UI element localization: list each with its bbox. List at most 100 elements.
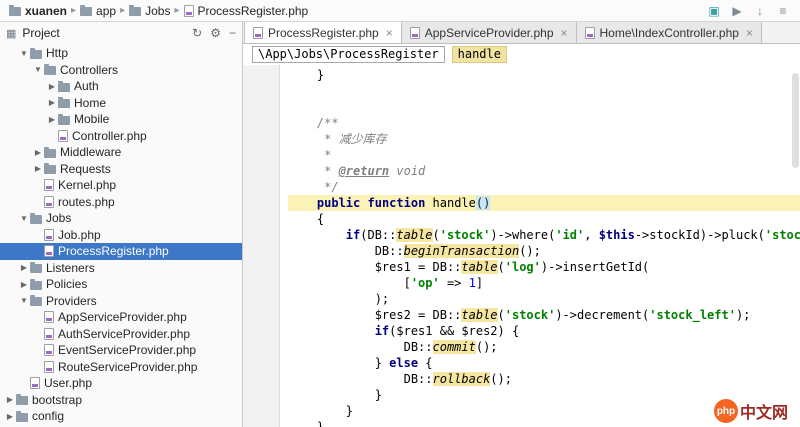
tree-item[interactable]: AuthServiceProvider.php bbox=[0, 326, 242, 343]
tree-item[interactable]: AppServiceProvider.php bbox=[0, 309, 242, 326]
chevron-right-icon[interactable]: ▶ bbox=[18, 263, 30, 272]
breadcrumb-item[interactable]: ProcessRegister.php bbox=[181, 3, 312, 19]
ide-window: xuanen▸app▸Jobs▸ProcessRegister.php ▣▶↓≡… bbox=[0, 0, 800, 427]
project-panel-title: Project bbox=[22, 26, 59, 40]
folder-icon bbox=[80, 7, 92, 16]
folder-icon bbox=[44, 165, 56, 174]
tree-item-label: Middleware bbox=[60, 145, 121, 159]
code-line: */ bbox=[288, 179, 800, 195]
watermark-text: 中文网 bbox=[740, 399, 788, 423]
breadcrumb-separator-icon: ▸ bbox=[174, 5, 179, 16]
php-file-icon bbox=[253, 27, 263, 39]
tree-item[interactable]: ▶ Middleware bbox=[0, 144, 242, 161]
chevron-right-icon[interactable]: ▶ bbox=[4, 395, 16, 404]
tree-item[interactable]: EventServiceProvider.php bbox=[0, 342, 242, 359]
scrollbar-thumb[interactable] bbox=[792, 73, 799, 168]
tree-item[interactable]: ▶Home bbox=[0, 95, 242, 112]
refresh-icon[interactable]: ↻ bbox=[192, 26, 202, 40]
php-logo-icon: php bbox=[714, 399, 738, 423]
code-line: } bbox=[288, 67, 800, 83]
tree-item[interactable]: ▼ Providers bbox=[0, 293, 242, 310]
breadcrumb-member[interactable]: handle bbox=[452, 46, 507, 63]
tree-item[interactable]: ▶ Mobile bbox=[0, 111, 242, 128]
tree-item[interactable]: ▼Controllers bbox=[0, 62, 242, 79]
tree-item-label: ProcessRegister.php bbox=[58, 244, 169, 258]
tree-item[interactable]: RouteServiceProvider.php bbox=[0, 359, 242, 376]
close-tab-icon[interactable]: × bbox=[561, 26, 568, 40]
tree-item-label: Job.php bbox=[58, 228, 101, 242]
hide-panel-icon[interactable]: − bbox=[229, 26, 236, 40]
run-icon[interactable]: ▶ bbox=[730, 4, 744, 18]
php-file-icon bbox=[30, 377, 40, 389]
tree-item-label: Mobile bbox=[74, 112, 109, 126]
settings-icon[interactable]: ⚙ bbox=[210, 26, 221, 40]
editor-tab[interactable]: Home\IndexController.php × bbox=[577, 22, 762, 43]
tree-item-label: AppServiceProvider.php bbox=[58, 310, 187, 324]
chevron-right-icon[interactable]: ▶ bbox=[32, 164, 44, 173]
chevron-down-icon[interactable]: ▼ bbox=[18, 49, 30, 58]
code-line: * 减少库存 bbox=[288, 131, 800, 147]
code-line: DB::rollback(); bbox=[288, 371, 800, 387]
code-line: ['op' => 1] bbox=[288, 275, 800, 291]
breadcrumb-separator-icon: ▸ bbox=[120, 5, 125, 16]
tab-label: Home\IndexController.php bbox=[600, 26, 739, 40]
folder-icon bbox=[16, 413, 28, 422]
tree-item-label: Providers bbox=[46, 294, 97, 308]
chevron-down-icon[interactable]: ▼ bbox=[18, 214, 30, 223]
breadcrumb-item[interactable]: xuanen bbox=[6, 3, 70, 19]
code-line: ); bbox=[288, 291, 800, 307]
tree-item-label: Controller.php bbox=[72, 129, 147, 143]
editor-pane: ProcessRegister.php×AppServiceProvider.p… bbox=[243, 22, 800, 427]
tree-item[interactable]: Controller.php bbox=[0, 128, 242, 145]
tree-item[interactable]: Job.php bbox=[0, 227, 242, 244]
tree-item-label: Auth bbox=[74, 79, 99, 93]
tree-item[interactable]: ▼ Http bbox=[0, 45, 242, 62]
download-icon[interactable]: ↓ bbox=[753, 4, 767, 18]
tree-item-label: config bbox=[32, 409, 64, 423]
close-tab-icon[interactable]: × bbox=[746, 26, 753, 40]
breadcrumb-path[interactable]: \App\Jobs\ProcessRegister bbox=[252, 46, 445, 63]
code-line: $res1 = DB::table('log')->insertGetId( bbox=[288, 259, 800, 275]
code-line bbox=[288, 83, 800, 99]
editor-tab[interactable]: ProcessRegister.php× bbox=[244, 22, 402, 43]
tree-item[interactable]: Kernel.php bbox=[0, 177, 242, 194]
code-line: * bbox=[288, 147, 800, 163]
tree-item[interactable]: ProcessRegister.php bbox=[0, 243, 242, 260]
tree-item-label: Http bbox=[46, 46, 68, 60]
code-line: } else { bbox=[288, 355, 800, 371]
chevron-right-icon[interactable]: ▶ bbox=[4, 412, 16, 421]
breadcrumb: xuanen▸app▸Jobs▸ProcessRegister.php bbox=[6, 3, 707, 19]
chevron-right-icon[interactable]: ▶ bbox=[46, 98, 58, 107]
tree-item[interactable]: ▶Listeners bbox=[0, 260, 242, 277]
tree-item[interactable]: ▶Policies bbox=[0, 276, 242, 293]
tool-window-icon[interactable]: ▣ bbox=[707, 4, 721, 18]
tree-item[interactable]: ▶Requests bbox=[0, 161, 242, 178]
php-file-icon bbox=[58, 130, 68, 142]
tree-item[interactable]: User.php bbox=[0, 375, 242, 392]
tree-item-label: routes.php bbox=[58, 195, 115, 209]
tree-item-label: RouteServiceProvider.php bbox=[58, 360, 197, 374]
close-tab-icon[interactable]: × bbox=[386, 26, 393, 40]
php-file-icon bbox=[44, 229, 54, 241]
chevron-right-icon[interactable]: ▶ bbox=[46, 82, 58, 91]
tree-item[interactable]: ▶ config bbox=[0, 408, 242, 425]
code-area[interactable]: } /** * 减少库存 * * @return void */ public … bbox=[280, 65, 800, 427]
chevron-down-icon[interactable]: ▼ bbox=[18, 296, 30, 305]
editor-breadcrumb: \App\Jobs\ProcessRegister handle bbox=[243, 44, 800, 65]
project-panel: ▦ Project ↻⚙− ▼Http▼Controllers▶Auth▶Hom… bbox=[0, 22, 243, 427]
tree-item[interactable]: ▶bootstrap bbox=[0, 392, 242, 409]
chevron-right-icon[interactable]: ▶ bbox=[18, 280, 30, 289]
breadcrumb-item[interactable]: app bbox=[77, 3, 119, 19]
chevron-right-icon[interactable]: ▶ bbox=[32, 148, 44, 157]
editor-tab[interactable]: AppServiceProvider.php× bbox=[402, 22, 577, 43]
tree-item[interactable]: ▶ Auth bbox=[0, 78, 242, 95]
tree-item[interactable]: routes.php bbox=[0, 194, 242, 211]
tree-item[interactable]: ▼Jobs bbox=[0, 210, 242, 227]
project-view-icon[interactable]: ▦ bbox=[6, 27, 16, 40]
tree-item-label: User.php bbox=[44, 376, 92, 390]
panel-actions: ↻ ⚙− bbox=[192, 26, 236, 40]
menu-icon[interactable]: ≡ bbox=[776, 4, 790, 18]
breadcrumb-item[interactable]: Jobs bbox=[126, 3, 173, 19]
chevron-down-icon[interactable]: ▼ bbox=[32, 65, 44, 74]
chevron-right-icon[interactable]: ▶ bbox=[46, 115, 58, 124]
